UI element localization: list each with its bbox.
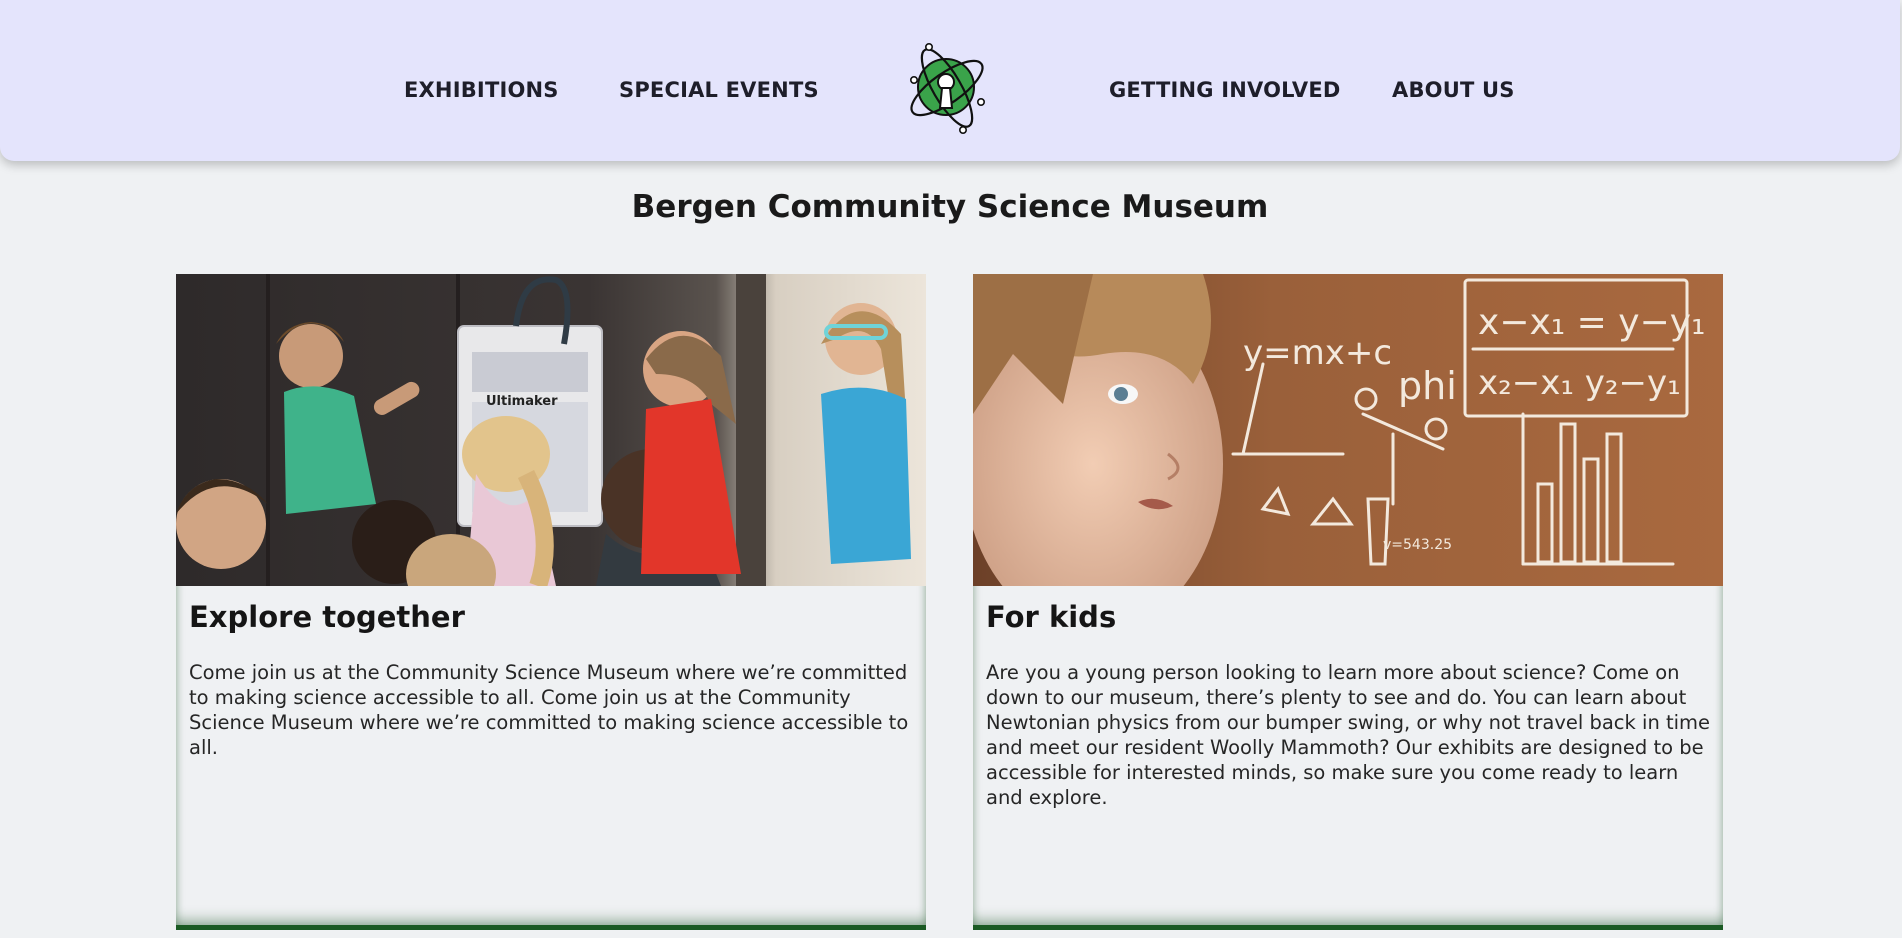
girl-chalkboard-math-photo: y=mx+c phi x−x₁ = y−y₁ x₂−x₁ y₂−y₁ v=543… bbox=[973, 274, 1723, 586]
svg-text:phi: phi bbox=[1398, 364, 1457, 408]
atom-keyhole-logo-icon[interactable] bbox=[905, 42, 989, 136]
nav-about-us-link[interactable]: ABOUT US bbox=[1392, 78, 1515, 102]
explore-together-card: Ultimaker Explore together Come join us … bbox=[176, 274, 926, 930]
site-header: EXHIBITIONS SPECIAL EVENTS GETTING INVOL… bbox=[0, 0, 1900, 161]
printer-brand-label: Ultimaker bbox=[486, 394, 558, 409]
svg-text:x₂−x₁ y₂−y₁: x₂−x₁ y₂−y₁ bbox=[1478, 363, 1681, 403]
page-title: Bergen Community Science Museum bbox=[631, 189, 1269, 225]
for-kids-card: y=mx+c phi x−x₁ = y−y₁ x₂−x₁ y₂−y₁ v=543… bbox=[973, 274, 1723, 930]
svg-text:v=543.25: v=543.25 bbox=[1383, 537, 1452, 553]
card-heading: For kids bbox=[986, 600, 1117, 634]
card-body-text: Come join us at the Community Science Mu… bbox=[189, 661, 909, 759]
nav-getting-involved-link[interactable]: GETTING INVOLVED bbox=[1109, 78, 1341, 102]
svg-text:x−x₁ = y−y₁: x−x₁ = y−y₁ bbox=[1478, 302, 1705, 343]
nav-special-events-link[interactable]: SPECIAL EVENTS bbox=[619, 78, 819, 102]
kids-3d-printer-photo: Ultimaker bbox=[176, 274, 926, 586]
svg-text:y=mx+c: y=mx+c bbox=[1243, 333, 1392, 373]
nav-exhibitions-link[interactable]: EXHIBITIONS bbox=[404, 78, 559, 102]
card-heading: Explore together bbox=[189, 600, 465, 634]
card-body-text: Are you a young person looking to learn … bbox=[986, 661, 1711, 809]
